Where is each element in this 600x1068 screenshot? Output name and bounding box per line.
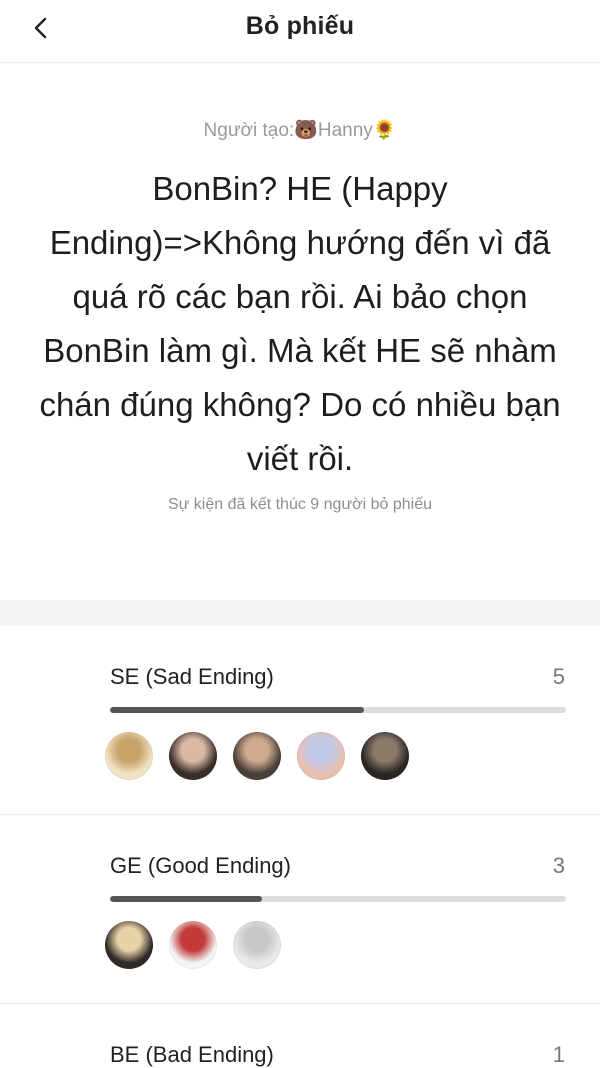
poll-option[interactable]: BE (Bad Ending) 1 xyxy=(0,1004,600,1068)
option-vote-count: 5 xyxy=(552,664,565,689)
option-progress-fill xyxy=(110,707,364,713)
voter-avatar[interactable] xyxy=(233,732,281,780)
app-header: Bỏ phiếu xyxy=(0,0,600,63)
voter-avatars xyxy=(105,921,281,969)
poll-option[interactable]: SE (Sad Ending) 5 xyxy=(0,626,600,815)
poll-creator: Người tạo:🐻Hanny🌻 xyxy=(203,120,397,141)
voter-avatar[interactable] xyxy=(361,732,409,780)
section-divider xyxy=(0,600,600,626)
voter-avatar[interactable] xyxy=(233,921,281,969)
voter-avatar[interactable] xyxy=(105,732,153,780)
voter-avatar[interactable] xyxy=(105,921,153,969)
page-title: Bỏ phiếu xyxy=(245,12,355,40)
option-progress-bar xyxy=(110,707,566,713)
option-label: SE (Sad Ending) xyxy=(110,664,274,689)
voter-avatar[interactable] xyxy=(169,732,217,780)
option-vote-count: 3 xyxy=(552,853,565,878)
poll-status: Sự kiện đã kết thúc 9 người bỏ phiếu xyxy=(167,496,433,513)
voter-avatar[interactable] xyxy=(297,732,345,780)
option-progress-bar xyxy=(110,896,566,902)
poll-question: BonBin? HE (Happy Ending)=>Không hướng đ… xyxy=(39,170,561,477)
option-vote-count: 1 xyxy=(552,1042,565,1067)
poll-option[interactable]: GE (Good Ending) 3 xyxy=(0,815,600,1004)
option-label: BE (Bad Ending) xyxy=(110,1042,274,1067)
voter-avatar[interactable] xyxy=(169,921,217,969)
option-label: GE (Good Ending) xyxy=(110,853,291,878)
option-progress-fill xyxy=(110,896,262,902)
voter-avatars xyxy=(105,732,409,780)
